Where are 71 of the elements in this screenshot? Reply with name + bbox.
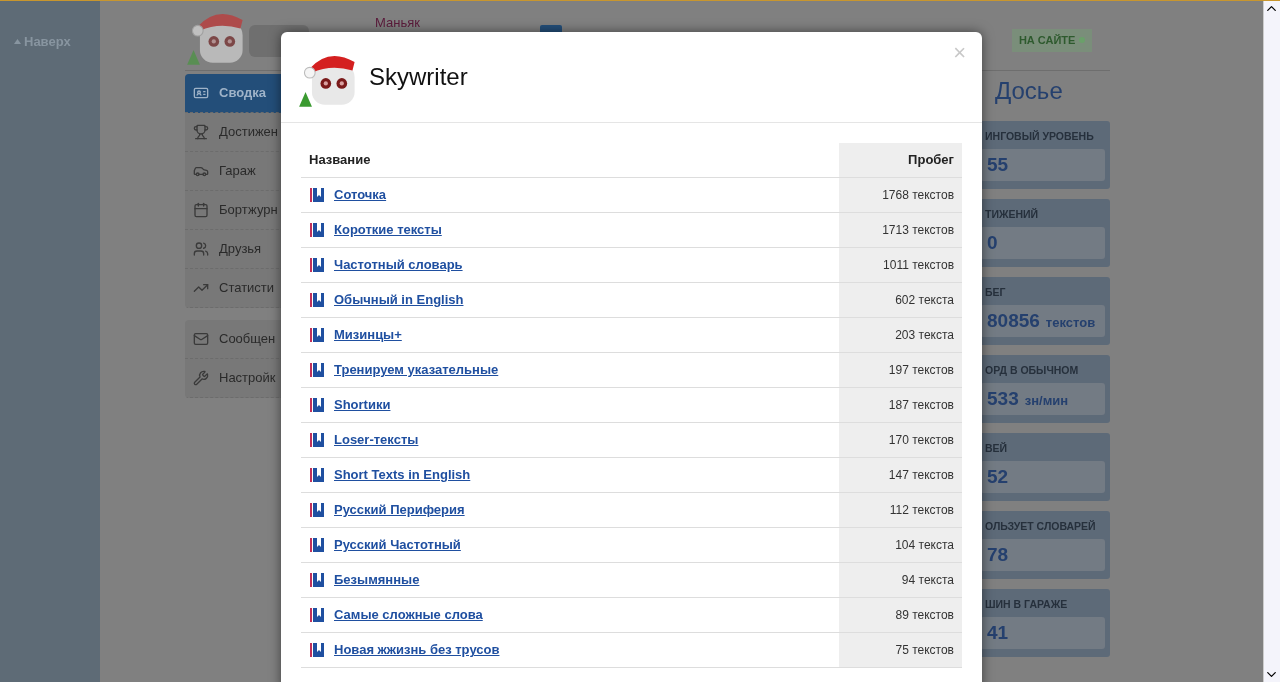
vocabulary-link[interactable]: Короткие тексты [334, 220, 442, 240]
vocabulary-link[interactable]: Русский Периферия [334, 500, 465, 520]
table-cell: 1713 текстов [839, 213, 962, 247]
vocabulary-link[interactable]: Loser-тексты [334, 430, 419, 450]
table-cell: 75 текстов [839, 633, 962, 667]
book-icon [309, 642, 325, 658]
modal-title: Skywriter [369, 62, 468, 92]
vocabulary-link[interactable]: Short Texts in English [334, 465, 471, 485]
stat-label: ТИЖЕНИЙ [985, 207, 1040, 222]
stat-value: 52 [987, 464, 1009, 489]
table-cell: 1011 текстов [839, 248, 962, 282]
table-cell: 89 текстов [839, 598, 962, 632]
wrench-icon [193, 370, 209, 386]
stat-unit: текстов [1045, 313, 1096, 332]
stat-unit: зн/мин [1024, 391, 1069, 410]
column-header: Пробег [839, 143, 962, 177]
vocabulary-link[interactable]: Новая жжизнь без трусов [334, 640, 500, 660]
stat-value: 80856 [987, 308, 1040, 333]
stat-value: 0 [987, 230, 998, 255]
id-card-icon [193, 85, 209, 101]
stat-value: 41 [987, 620, 1009, 645]
rank-label: Маньяк [375, 14, 420, 32]
caret-up-icon [14, 39, 21, 44]
vocabulary-link[interactable]: Shortики [334, 395, 391, 415]
stat-label: ОЛЬЗУЕТ СЛОВАРЕЙ [985, 519, 1097, 534]
column-header: Название [308, 151, 372, 170]
stat-label: ИНГОВЫЙ УРОВЕНЬ [985, 129, 1095, 144]
book-icon [309, 572, 325, 588]
book-icon [309, 467, 325, 483]
table-cell: 170 текстов [839, 423, 962, 457]
book-icon [309, 362, 325, 378]
dossier-heading: Досье [994, 76, 1064, 106]
book-icon [309, 292, 325, 308]
vocabulary-link[interactable]: Русский Частотный [334, 535, 461, 555]
stat-value: 78 [987, 542, 1009, 567]
table-cell: 112 текстов [839, 493, 962, 527]
book-icon [309, 397, 325, 413]
stat-value: 55 [987, 152, 1009, 177]
vocabulary-link[interactable]: Безымянные [334, 570, 420, 590]
stat-label: ШИН В ГАРАЖЕ [985, 597, 1069, 612]
envelope-icon [193, 331, 209, 347]
table-cell: 104 текста [839, 528, 962, 562]
book-icon [309, 187, 325, 203]
stat-label: БЕГ [985, 285, 1007, 300]
vocabulary-link[interactable]: Тренируем указательные [334, 360, 499, 380]
stat-label: ОРД В ОБЫЧНОМ [985, 363, 1080, 378]
book-icon [309, 502, 325, 518]
table-cell: 147 текстов [839, 458, 962, 492]
book-icon [309, 327, 325, 343]
table-cell: 94 текста [839, 563, 962, 597]
table-cell: 602 текста [839, 283, 962, 317]
trophy-icon [193, 124, 209, 140]
vocabulary-link[interactable]: Мизинцы+ [334, 325, 402, 345]
book-icon [309, 432, 325, 448]
book-icon [309, 222, 325, 238]
calendar-icon [193, 202, 209, 218]
vocabulary-link[interactable]: Самые сложные слова [334, 605, 483, 625]
table-cell: 1768 текстов [839, 178, 962, 212]
book-icon [309, 607, 325, 623]
table-cell: 203 текста [839, 318, 962, 352]
table-cell: 187 текстов [839, 388, 962, 422]
stat-label: ВЕЙ [985, 441, 1009, 456]
book-icon [309, 257, 325, 273]
vocabulary-link[interactable]: Обычный in English [334, 290, 464, 310]
table-cell: 197 текстов [839, 353, 962, 387]
book-icon [309, 537, 325, 553]
online-status-badge: НА САЙТЕ [1011, 29, 1093, 52]
people-icon [193, 241, 209, 257]
vocabulary-link[interactable]: Соточка [334, 185, 387, 205]
stat-value: 533 [987, 386, 1019, 411]
vocabulary-link[interactable]: Частотный словарь [334, 255, 463, 275]
